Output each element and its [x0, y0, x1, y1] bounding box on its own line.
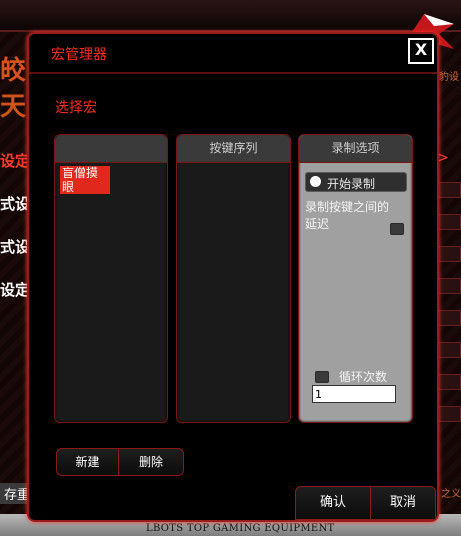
background-menu-item[interactable]: 设定 [0, 279, 30, 300]
record-delay-checkbox[interactable] [390, 223, 404, 235]
background-header [0, 0, 461, 32]
background-title-2: 天 [0, 92, 27, 122]
background-link-bottom[interactable]: 之义 [441, 485, 461, 500]
loop-checkbox[interactable] [315, 371, 329, 383]
macro-list-header [55, 135, 167, 163]
dialog-title-bar[interactable]: 宏管理器 X [29, 34, 437, 74]
dialog-title: 宏管理器 [51, 47, 107, 63]
key-sequence-header: 按键序列 [177, 135, 290, 163]
new-macro-button[interactable]: 新建 [56, 448, 119, 476]
macro-manager-dialog: 宏管理器 X 选择宏 盲僧摸眼 按键序列 录制选项 开始录制 录制按键之间的 延… [27, 32, 439, 522]
background-menu-item[interactable]: 式设 [0, 236, 30, 257]
close-icon[interactable]: X [408, 38, 434, 64]
record-options-header: 录制选项 [299, 135, 412, 163]
loop-count-input[interactable] [312, 385, 396, 403]
delete-macro-button[interactable]: 删除 [118, 448, 184, 476]
footer-text: LBOTS TOP GAMING EQUIPMENT [146, 523, 335, 534]
record-radio-icon [310, 176, 321, 187]
background-title-1: 皎 [0, 56, 27, 86]
loop-count-label: 循环次数 [339, 370, 388, 384]
record-options-panel: 录制选项 开始录制 录制按键之间的 延迟 循环次数 [298, 134, 413, 423]
confirm-button[interactable]: 确认 [295, 486, 371, 520]
background-link[interactable]: 豹设 [439, 68, 459, 83]
select-macro-label: 选择宏 [55, 100, 97, 116]
key-sequence-panel[interactable]: 按键序列 [176, 134, 291, 423]
background-menu-item[interactable]: 式设 [0, 193, 30, 214]
macro-list-panel: 盲僧摸眼 [54, 134, 168, 423]
start-record-button[interactable]: 开始录制 [305, 172, 407, 192]
record-delay-label-2: 延迟 [305, 217, 330, 231]
start-record-label: 开始录制 [327, 177, 376, 191]
cancel-button[interactable]: 取消 [370, 486, 436, 520]
macro-list-item[interactable]: 盲僧摸眼 [60, 166, 110, 194]
background-menu-item[interactable]: 设定 [0, 150, 30, 171]
record-delay-label: 录制按键之间的 [305, 200, 390, 214]
chevron-right-icon[interactable]: > [437, 150, 449, 166]
